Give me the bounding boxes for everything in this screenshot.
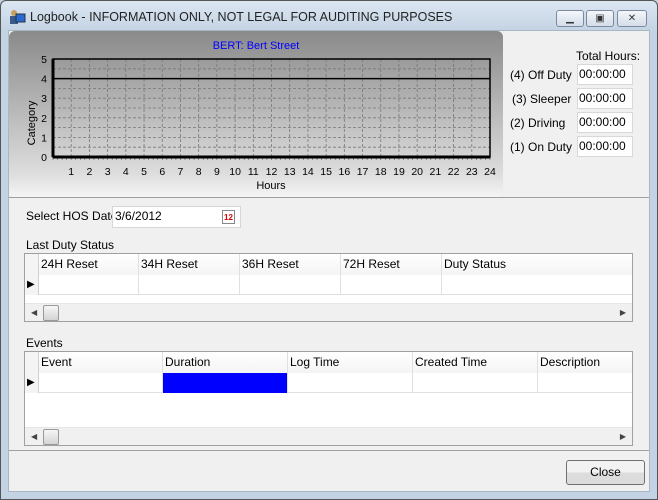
grid-header: 24H Reset 34H Reset 36H Reset 72H Reset … xyxy=(25,254,632,275)
column-header[interactable]: Log Time xyxy=(288,352,413,373)
y-tick-label: 1 xyxy=(41,132,47,144)
table-cell[interactable] xyxy=(538,373,632,393)
scroll-right-icon[interactable]: ▶ xyxy=(620,308,626,317)
x-tick-label: 17 xyxy=(357,166,369,178)
x-tick-label: 7 xyxy=(178,166,184,178)
close-icon: ✕ xyxy=(627,13,637,24)
on-duty-label: (1) On Duty xyxy=(510,140,573,154)
table-cell[interactable] xyxy=(341,275,442,295)
total-hours-header: Total Hours: xyxy=(576,49,641,63)
x-tick-label: 20 xyxy=(411,166,423,178)
scroll-left-icon[interactable]: ◀ xyxy=(31,308,37,317)
x-tick-label: 16 xyxy=(338,166,350,178)
x-tick-label: 24 xyxy=(484,166,496,178)
driving-total: 00:00:00 xyxy=(577,112,633,133)
minimize-icon: ▁ xyxy=(566,13,574,24)
chart-title: BERT: Bert Street xyxy=(213,40,300,52)
x-tick-label: 8 xyxy=(196,166,202,178)
scroll-thumb[interactable] xyxy=(43,429,59,445)
app-icon xyxy=(10,10,26,24)
y-tick-label: 3 xyxy=(41,93,47,105)
hos-date-value: 3/6/2012 xyxy=(115,209,162,223)
table-row[interactable]: ▶ xyxy=(25,275,632,295)
close-button[interactable]: Close xyxy=(566,460,645,485)
y-axis-label: Category xyxy=(26,100,38,145)
close-window-button[interactable]: ✕ xyxy=(617,10,647,27)
scroll-right-icon[interactable]: ▶ xyxy=(620,432,626,441)
column-header[interactable]: 36H Reset xyxy=(240,254,341,275)
x-tick-label: 15 xyxy=(320,166,332,178)
x-tick-label: 23 xyxy=(466,166,478,178)
driving-label: (2) Driving xyxy=(510,116,566,130)
horizontal-scrollbar[interactable]: ◀ ▶ xyxy=(25,427,632,445)
x-tick-label: 12 xyxy=(266,166,278,178)
row-header-corner xyxy=(25,254,39,275)
x-tick-label: 21 xyxy=(430,166,442,178)
hos-date-label: Select HOS Date xyxy=(26,209,118,223)
x-tick-label: 2 xyxy=(86,166,92,178)
x-tick-label: 22 xyxy=(448,166,460,178)
sleeper-label: (3) Sleeper xyxy=(512,92,572,106)
sleeper-total: 00:00:00 xyxy=(577,88,633,109)
table-cell[interactable] xyxy=(139,275,240,295)
x-axis-label: Hours xyxy=(256,180,286,192)
events-grid: Event Duration Log Time Created Time Des… xyxy=(24,351,633,446)
off-duty-label: (4) Off Duty xyxy=(510,68,572,82)
calendar-icon[interactable]: 12 xyxy=(222,210,235,224)
current-row-icon: ▶ xyxy=(25,373,39,393)
y-tick-label: 5 xyxy=(41,54,47,66)
last-duty-status-label: Last Duty Status xyxy=(26,238,115,252)
total-hours-panel: Total Hours: (4) Off Duty 00:00:00 (3) S… xyxy=(504,31,649,197)
x-tick-label: 13 xyxy=(284,166,296,178)
column-header[interactable]: Duty Status xyxy=(442,254,632,275)
last-duty-status-grid: 24H Reset 34H Reset 36H Reset 72H Reset … xyxy=(24,253,633,322)
on-duty-total: 00:00:00 xyxy=(577,136,633,157)
row-header-corner xyxy=(25,352,39,373)
y-tick-label: 0 xyxy=(41,152,47,164)
column-header[interactable]: 72H Reset xyxy=(341,254,442,275)
y-tick-label: 4 xyxy=(41,74,47,86)
x-tick-label: 9 xyxy=(214,166,220,178)
grid-header: Event Duration Log Time Created Time Des… xyxy=(25,352,632,373)
off-duty-total: 00:00:00 xyxy=(577,64,633,85)
column-header[interactable]: 24H Reset xyxy=(39,254,139,275)
selected-cell[interactable] xyxy=(163,373,288,393)
x-tick-label: 6 xyxy=(159,166,165,178)
table-cell[interactable] xyxy=(240,275,341,295)
x-tick-label: 14 xyxy=(302,166,314,178)
table-cell[interactable] xyxy=(39,275,139,295)
table-cell[interactable] xyxy=(39,373,163,393)
column-header[interactable]: Event xyxy=(39,352,163,373)
column-header[interactable]: 34H Reset xyxy=(139,254,240,275)
window-title: Logbook - INFORMATION ONLY, NOT LEGAL FO… xyxy=(30,10,453,24)
x-tick-label: 10 xyxy=(229,166,241,178)
x-tick-label: 18 xyxy=(375,166,387,178)
hos-date-picker[interactable]: 3/6/2012 12 xyxy=(112,206,241,228)
divider xyxy=(9,197,649,198)
scroll-left-icon[interactable]: ◀ xyxy=(31,432,37,441)
table-cell[interactable] xyxy=(288,373,413,393)
x-tick-label: 19 xyxy=(393,166,405,178)
maximize-icon: ▣ xyxy=(595,13,605,24)
x-tick-label: 5 xyxy=(141,166,147,178)
hos-chart: BERT: Bert Street Category Hours 1234567… xyxy=(9,31,503,197)
events-label: Events xyxy=(26,336,63,350)
x-tick-label: 11 xyxy=(248,166,259,178)
x-tick-label: 1 xyxy=(68,166,74,178)
x-tick-label: 4 xyxy=(123,166,129,178)
column-header[interactable]: Description xyxy=(538,352,632,373)
column-header[interactable]: Created Time xyxy=(413,352,538,373)
column-header[interactable]: Duration xyxy=(163,352,288,373)
current-row-icon: ▶ xyxy=(25,275,39,295)
table-row[interactable]: ▶ xyxy=(25,373,632,393)
horizontal-scrollbar[interactable]: ◀ ▶ xyxy=(25,303,632,321)
y-tick-label: 2 xyxy=(41,113,47,125)
table-cell[interactable] xyxy=(413,373,538,393)
maximize-button[interactable]: ▣ xyxy=(586,10,614,27)
divider xyxy=(9,450,649,451)
x-tick-label: 3 xyxy=(105,166,111,178)
minimize-button[interactable]: ▁ xyxy=(556,10,584,27)
scroll-thumb[interactable] xyxy=(43,305,59,321)
chart-svg: BERT: Bert Street Category Hours 1234567… xyxy=(9,31,503,197)
